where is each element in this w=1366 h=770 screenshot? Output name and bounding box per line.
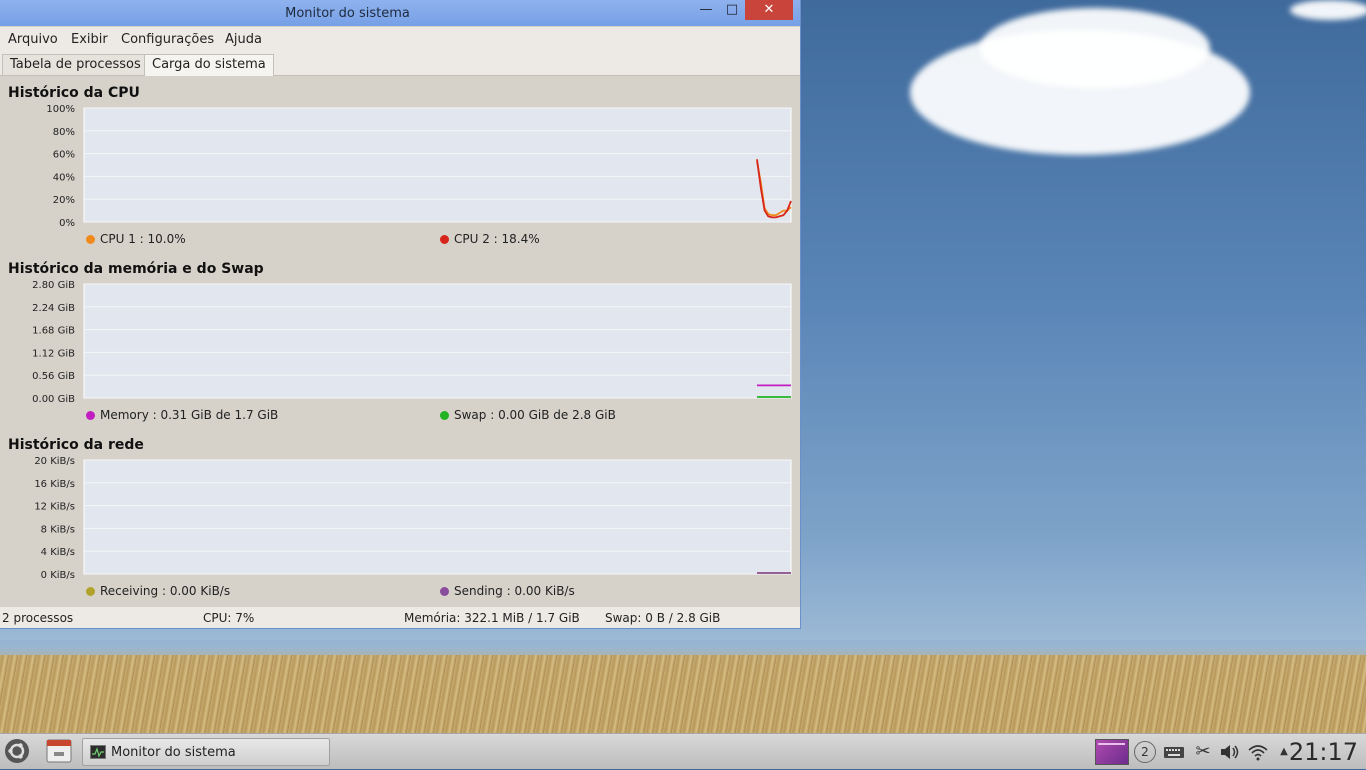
cpu2-legend-label: CPU 2 : 18.4% bbox=[454, 232, 540, 246]
maximize-button[interactable]: □ bbox=[718, 0, 746, 20]
cpu-tick-label: 100% bbox=[46, 104, 75, 115]
memory-legend-label: Memory : 0.31 GiB de 1.7 GiB bbox=[100, 408, 279, 422]
memory-color-dot[interactable] bbox=[86, 411, 95, 420]
cpu-tick-label: 0% bbox=[59, 218, 75, 229]
workspace-number-indicator[interactable]: 2 bbox=[1134, 741, 1156, 763]
swap-legend: Swap : 0.00 GiB de 2.8 GiB bbox=[440, 408, 616, 422]
swap-legend-label: Swap : 0.00 GiB de 2.8 GiB bbox=[454, 408, 616, 422]
cpu-plot-area bbox=[83, 107, 792, 223]
memory-history-chart: 2.80 GiB 2.24 GiB 1.68 GiB 1.12 GiB 0.56 GiB… bbox=[32, 280, 792, 405]
file-manager-icon[interactable] bbox=[46, 738, 72, 764]
task-label: Monitor do sistema bbox=[111, 745, 236, 760]
minimize-button[interactable]: — bbox=[692, 0, 720, 20]
cpu1-color-dot[interactable] bbox=[86, 235, 95, 244]
window-title: Monitor do sistema bbox=[285, 6, 410, 21]
ubuntu-logo-icon[interactable] bbox=[4, 738, 30, 764]
tab-system-load[interactable]: Carga do sistema bbox=[144, 54, 274, 76]
network-tick-label: 20 KiB/s bbox=[34, 456, 75, 467]
cpu-history-title: Histórico da CPU bbox=[8, 85, 140, 101]
clock[interactable]: 21:17 bbox=[1289, 738, 1358, 766]
status-swap: Swap: 0 B / 2.8 GiB bbox=[605, 611, 721, 625]
volume-icon[interactable] bbox=[1219, 741, 1241, 763]
cpu2-legend: CPU 2 : 18.4% bbox=[440, 232, 540, 246]
cloud bbox=[1290, 0, 1366, 20]
memory-plot-area bbox=[83, 283, 792, 399]
cpu-tick-label: 40% bbox=[53, 172, 75, 183]
receiving-legend-label: Receiving : 0.00 KiB/s bbox=[100, 584, 231, 598]
memory-tick-label: 1.12 GiB bbox=[32, 348, 75, 359]
network-tick-label: 8 KiB/s bbox=[41, 524, 75, 535]
memory-history-title: Histórico da memória e do Swap bbox=[8, 261, 264, 277]
menu-arquivo[interactable]: Arquivo bbox=[8, 32, 58, 47]
memory-tick-label: 2.80 GiB bbox=[32, 280, 75, 291]
sending-color-dot[interactable] bbox=[440, 587, 449, 596]
sending-legend-label: Sending : 0.00 KiB/s bbox=[454, 584, 575, 598]
wifi-icon[interactable] bbox=[1247, 741, 1269, 763]
system-load-panel: Histórico da CPU 100% 80% 60% 40% 20% 0% CPU … bbox=[0, 76, 800, 606]
network-tick-label: 4 KiB/s bbox=[41, 547, 75, 558]
memory-tick-label: 0.00 GiB bbox=[32, 394, 75, 405]
taskbar: Monitor do sistema 2 ✂ ▲ 21:17 bbox=[0, 733, 1366, 769]
status-cpu: CPU: 7% bbox=[203, 611, 255, 625]
status-bar: 2 processos CPU: 7% Memória: 322.1 MiB /… bbox=[0, 607, 800, 628]
memory-tick-label: 1.68 GiB bbox=[32, 326, 75, 337]
system-monitor-icon bbox=[90, 745, 106, 759]
cpu1-legend: CPU 1 : 10.0% bbox=[86, 232, 186, 246]
wheat-field bbox=[0, 655, 1366, 733]
cpu-tick-label: 60% bbox=[53, 150, 75, 161]
menu-configuracoes[interactable]: Configurações bbox=[121, 32, 214, 47]
title-bar[interactable]: Monitor do sistema — □ ✕ bbox=[0, 0, 800, 26]
memory-tick-label: 0.56 GiB bbox=[32, 371, 75, 382]
cpu-tick-label: 80% bbox=[53, 127, 75, 138]
close-button[interactable]: ✕ bbox=[745, 0, 793, 20]
network-tick-label: 12 KiB/s bbox=[34, 502, 75, 513]
sending-legend: Sending : 0.00 KiB/s bbox=[440, 584, 575, 598]
network-history-chart: 20 KiB/s 16 KiB/s 12 KiB/s 8 KiB/s 4 KiB/s 0 … bbox=[34, 456, 792, 581]
memory-legend: Memory : 0.31 GiB de 1.7 GiB bbox=[86, 408, 278, 422]
cpu-tick-label: 20% bbox=[53, 195, 75, 206]
status-memory: Memória: 322.1 MiB / 1.7 GiB bbox=[404, 611, 580, 625]
network-history-title: Histórico da rede bbox=[8, 437, 144, 453]
receiving-color-dot[interactable] bbox=[86, 587, 95, 596]
task-system-monitor[interactable]: Monitor do sistema bbox=[82, 738, 330, 766]
network-tick-label: 16 KiB/s bbox=[34, 479, 75, 490]
menu-ajuda[interactable]: Ajuda bbox=[225, 32, 262, 47]
status-processes: 2 processos bbox=[2, 611, 74, 625]
cloud bbox=[980, 8, 1210, 88]
cpu1-legend-label: CPU 1 : 10.0% bbox=[100, 232, 186, 246]
keyboard-icon[interactable] bbox=[1163, 741, 1185, 763]
swap-color-dot[interactable] bbox=[440, 411, 449, 420]
receiving-legend: Receiving : 0.00 KiB/s bbox=[86, 584, 230, 598]
workspace-switcher-icon[interactable] bbox=[1095, 739, 1129, 765]
menu-exibir[interactable]: Exibir bbox=[71, 32, 108, 47]
menu-bar: Arquivo Exibir Configurações Ajuda bbox=[0, 27, 800, 51]
network-tick-label: 0 KiB/s bbox=[41, 570, 75, 581]
tab-process-table[interactable]: Tabela de processos bbox=[2, 54, 149, 75]
memory-tick-label: 2.24 GiB bbox=[32, 303, 75, 314]
network-plot-area bbox=[83, 459, 792, 575]
tab-bar: Tabela de processos Carga do sistema bbox=[0, 51, 800, 76]
system-monitor-window: Monitor do sistema — □ ✕ Arquivo Exibir … bbox=[0, 0, 801, 629]
scissors-icon[interactable]: ✂ bbox=[1192, 741, 1214, 763]
cpu2-color-dot[interactable] bbox=[440, 235, 449, 244]
cpu-history-chart: 100% 80% 60% 40% 20% 0% bbox=[46, 104, 792, 229]
